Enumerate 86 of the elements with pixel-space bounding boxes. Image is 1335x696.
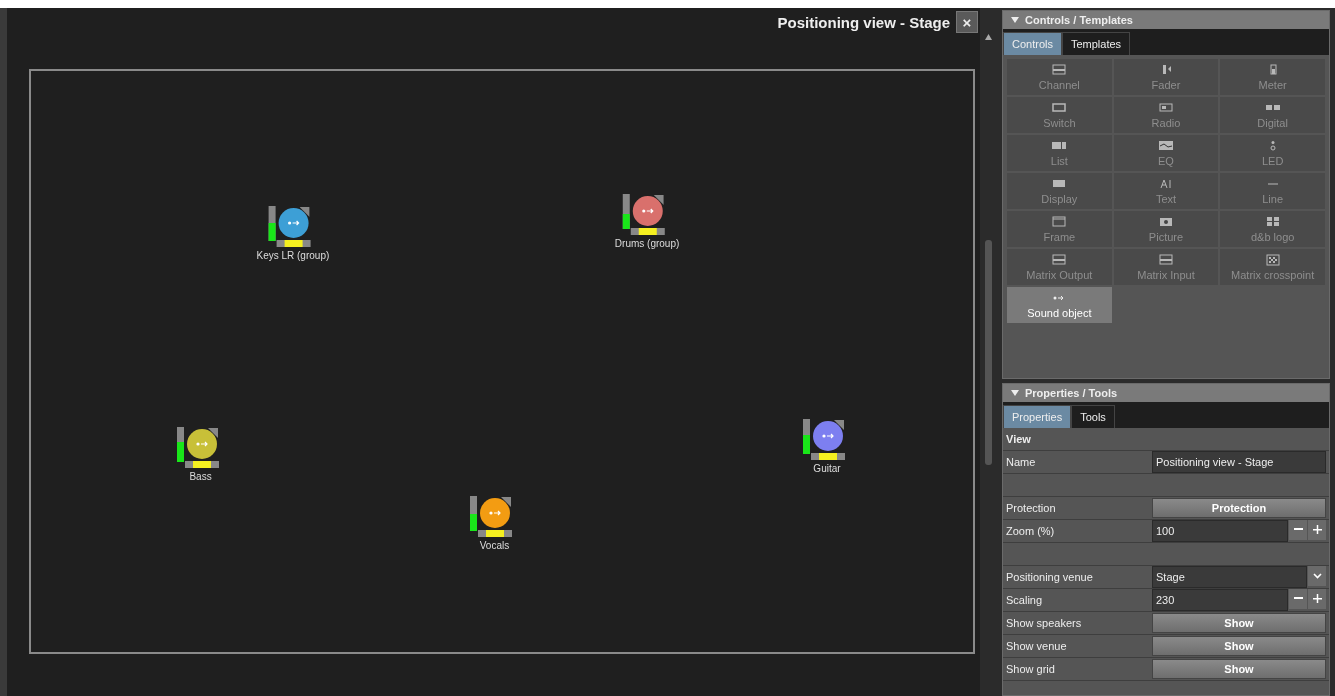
control-template-item[interactable]: Line (1220, 173, 1325, 209)
control-template-item[interactable]: Text (1113, 173, 1219, 209)
control-template-item[interactable]: Meter (1220, 59, 1325, 95)
increment-button[interactable] (1308, 588, 1326, 609)
panel-title: Properties / Tools (1025, 386, 1118, 399)
plus-icon (1312, 525, 1322, 535)
frame-icon (1051, 215, 1068, 228)
property-label: Protection (1006, 501, 1057, 514)
channel-strip-icon (1051, 63, 1068, 76)
object-label: Drums (group) (614, 238, 680, 250)
control-template-item[interactable]: Sound object (1007, 287, 1112, 323)
panel-tab[interactable]: Tools (1071, 404, 1115, 428)
control-template-item[interactable]: Digital (1220, 97, 1325, 133)
section-heading: View (1006, 432, 1031, 445)
scroll-up-icon[interactable] (984, 34, 992, 40)
property-button[interactable]: Show (1152, 635, 1326, 656)
object-label: Bass (189, 470, 212, 482)
radio-icon (1158, 101, 1174, 114)
property-label: Zoom (%) (1006, 524, 1056, 537)
display-icon (1051, 177, 1068, 190)
property-label: Show grid (1006, 662, 1056, 675)
dropdown-button[interactable] (1308, 565, 1326, 586)
channel-strip-icon (1158, 253, 1174, 266)
control-template-item[interactable]: Fader (1113, 59, 1219, 95)
position-bar (184, 460, 219, 468)
object-label: Guitar (813, 463, 841, 475)
camera-icon (1158, 215, 1174, 228)
sound-object-circle[interactable] (479, 497, 512, 530)
position-bar (276, 239, 311, 247)
view-title: Positioning view - Stage (777, 13, 950, 31)
property-label: Show speakers (1006, 616, 1083, 629)
property-button[interactable]: Show (1152, 612, 1326, 633)
decrement-button[interactable] (1289, 588, 1307, 609)
position-bar (478, 530, 513, 538)
sound-object-circle[interactable] (277, 206, 310, 239)
channel-strip-icon (1051, 253, 1068, 266)
sound-object-circle[interactable] (812, 420, 844, 453)
panel-tab[interactable]: Properties (1003, 404, 1072, 428)
control-template-item[interactable]: LED (1220, 135, 1325, 171)
position-bar (631, 228, 666, 236)
panel-tab[interactable]: Templates (1061, 32, 1131, 55)
property-label: Positioning venue (1006, 570, 1094, 583)
decrement-button[interactable] (1289, 519, 1307, 540)
object-label: Keys LR (group) (256, 249, 330, 261)
scrollbar-thumb[interactable] (984, 240, 992, 465)
number-field[interactable]: 230 (1152, 588, 1288, 611)
property-button[interactable]: Protection (1152, 497, 1326, 518)
minus-icon (1293, 597, 1303, 601)
property-label: Show venue (1006, 639, 1068, 652)
list-icon (1051, 139, 1068, 152)
increment-button[interactable] (1308, 519, 1326, 540)
control-template-item[interactable]: Picture (1113, 211, 1219, 247)
control-template-item[interactable]: List (1007, 135, 1112, 171)
collapse-triangle-icon[interactable] (1011, 389, 1019, 396)
property-button[interactable]: Show (1152, 658, 1326, 679)
control-template-item[interactable]: Switch (1007, 97, 1112, 133)
collapse-triangle-icon[interactable] (1011, 17, 1019, 23)
venue-dropdown[interactable]: Stage (1152, 565, 1307, 588)
text-icon (1158, 177, 1174, 190)
panel-title: Controls / Templates (1025, 14, 1133, 26)
object-label: Vocals (479, 540, 510, 552)
close-button[interactable]: × (956, 11, 978, 33)
control-template-item[interactable]: Display (1007, 173, 1112, 209)
control-template-item[interactable]: Matrix Input (1113, 249, 1219, 285)
squares-icon (1264, 215, 1281, 228)
control-template-item[interactable]: Channel (1007, 59, 1112, 95)
number-field[interactable]: 100 (1152, 519, 1288, 542)
control-template-item[interactable]: Matrix crosspoint (1220, 249, 1325, 285)
switch-icon (1051, 101, 1068, 114)
sound-object-circle[interactable] (632, 195, 665, 228)
eq-curve-icon (1158, 139, 1174, 152)
control-template-item[interactable]: d&b logo (1220, 211, 1325, 247)
control-template-item[interactable]: Radio (1113, 97, 1219, 133)
control-template-item[interactable]: Matrix Output (1007, 249, 1112, 285)
checker-grid-icon (1264, 253, 1281, 266)
sound-object-circle[interactable] (185, 427, 218, 460)
control-template-item[interactable]: Frame (1007, 211, 1112, 247)
property-label: Name (1006, 455, 1037, 468)
chevron-down-icon (1312, 572, 1322, 579)
control-template-item[interactable]: EQ (1113, 135, 1219, 171)
panel-tab[interactable]: Controls (1003, 32, 1062, 55)
minus-icon (1293, 528, 1303, 532)
property-label: Scaling (1006, 593, 1044, 606)
position-bar (811, 453, 845, 461)
plus-icon (1312, 594, 1322, 604)
name-field[interactable]: Positioning view - Stage (1152, 450, 1326, 473)
